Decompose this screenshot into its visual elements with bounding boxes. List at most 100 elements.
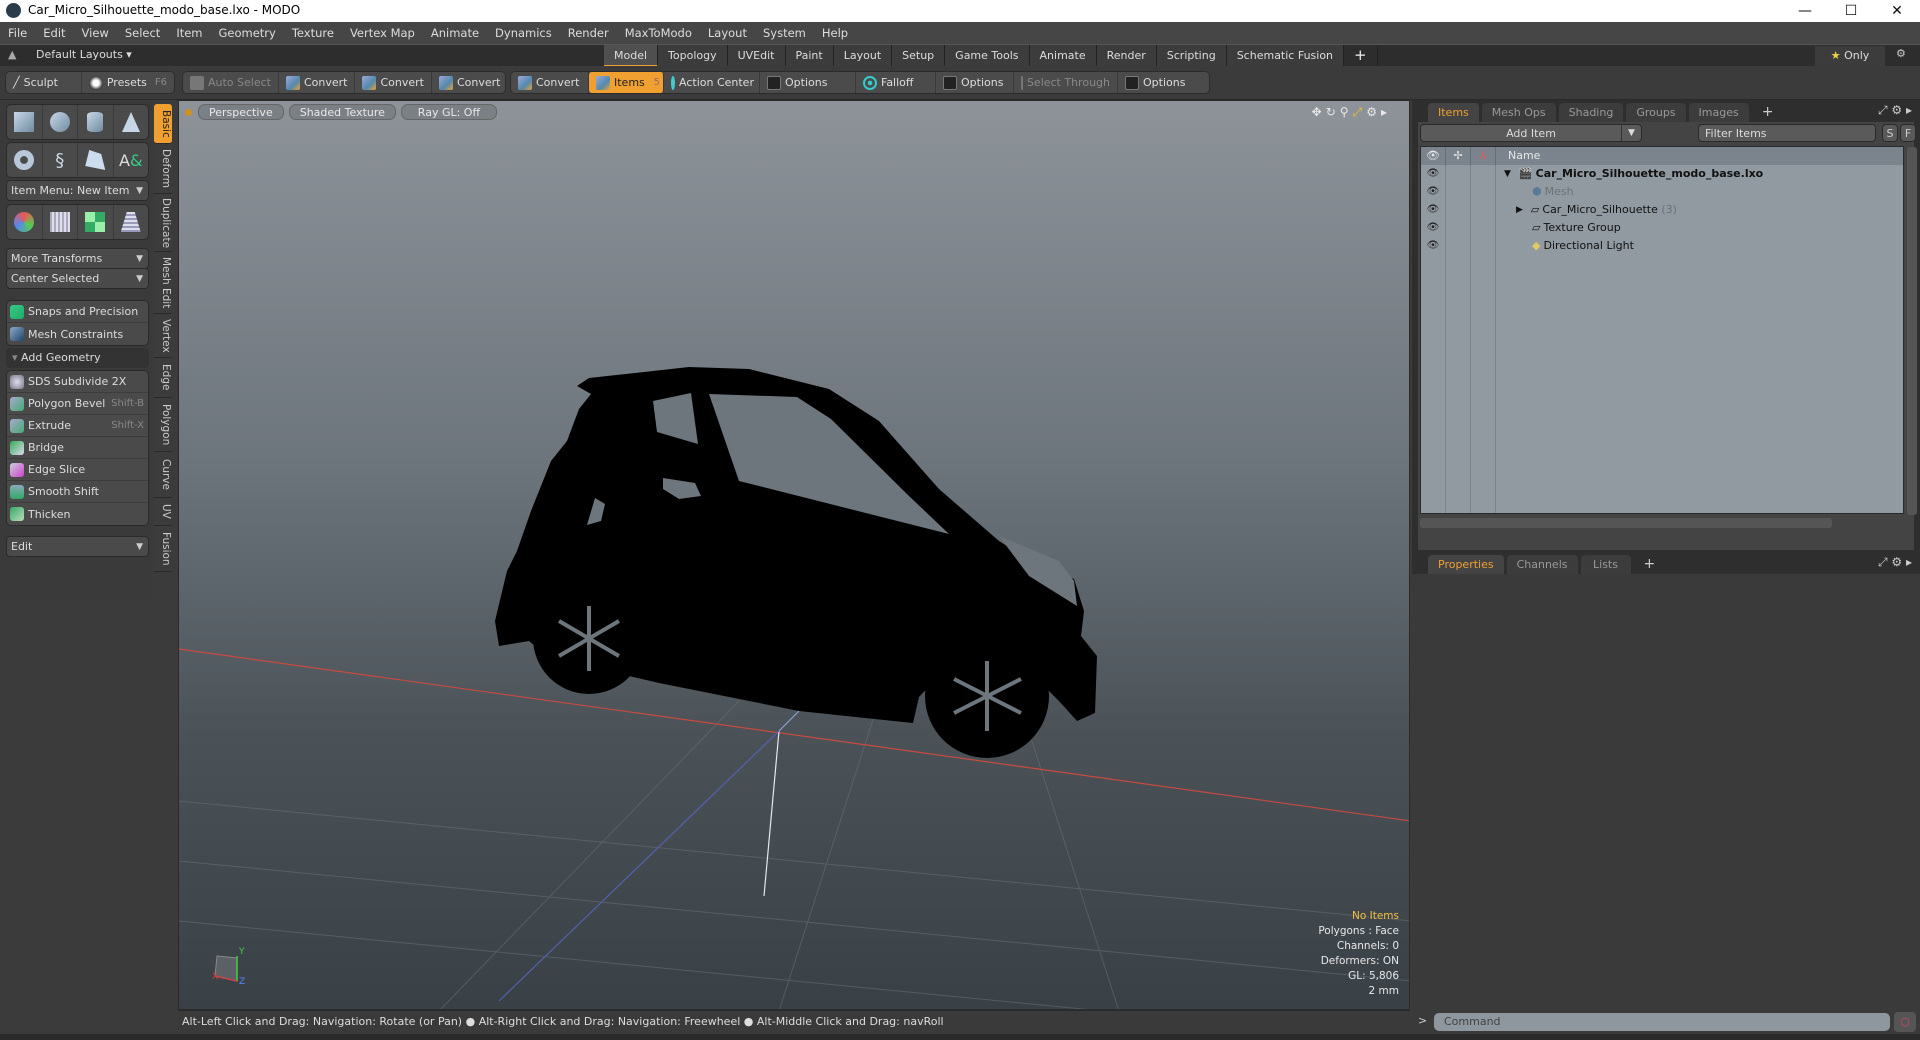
menu-edit[interactable]: Edit — [35, 22, 73, 44]
sculpt-button[interactable]: ╱ Sculpt — [6, 72, 82, 93]
render-column-icon[interactable]: ⅄ — [1471, 147, 1496, 165]
tab-items[interactable]: Items — [1428, 103, 1479, 122]
pan-icon[interactable]: ✥ — [1312, 105, 1326, 119]
filter-f-button[interactable]: F — [1900, 124, 1916, 142]
panel-gear-icon[interactable]: ⚙ — [1891, 555, 1902, 569]
eye-icon[interactable]: 👁 — [1421, 183, 1446, 201]
eye-icon[interactable]: 👁 — [1421, 219, 1446, 237]
convert-polygons-button[interactable]: Convert — [432, 72, 508, 93]
raygl-button[interactable]: Ray GL: Off — [400, 104, 497, 120]
falloff-options-button[interactable]: Options — [936, 72, 1014, 93]
3d-viewport[interactable]: Y Z X Perspective Shaded Texture Ray GL:… — [178, 100, 1410, 1010]
zoom-icon[interactable]: ⚲ — [1340, 105, 1353, 119]
maximize-button[interactable]: ☐ — [1828, 0, 1874, 22]
tab-animate[interactable]: Animate — [1029, 45, 1097, 67]
panel-menu-arrow-icon[interactable]: ▸ — [1906, 555, 1912, 569]
convert-items-button[interactable]: Convert — [511, 72, 589, 93]
menu-animate[interactable]: Animate — [423, 22, 487, 44]
tab-lists[interactable]: Lists — [1580, 555, 1631, 574]
cone-tool[interactable] — [114, 105, 149, 139]
vtab-fusion[interactable]: Fusion — [154, 526, 172, 572]
view-type-button[interactable]: Perspective — [198, 104, 284, 120]
action-center-options-button[interactable]: Options — [760, 72, 856, 93]
cylinder-tool[interactable] — [78, 105, 114, 139]
transform-tool[interactable] — [7, 205, 43, 239]
auto-select-button[interactable]: Auto Select — [183, 72, 279, 93]
tree-row-car-group[interactable]: 👁 ▶ ▱ Car_Micro_Silhouette (3) — [1421, 201, 1903, 219]
viewport-gear-icon[interactable]: ⚙ — [1366, 105, 1381, 119]
presets-button[interactable]: Presets F6 — [82, 72, 174, 93]
vtab-deform[interactable]: Deform — [154, 144, 172, 194]
tab-game-tools[interactable]: Game Tools — [945, 45, 1030, 67]
only-button[interactable]: ★ Only — [1815, 46, 1885, 66]
bridge-button[interactable]: Bridge — [7, 437, 148, 459]
viewport-menu-dot[interactable] — [185, 108, 192, 116]
vtab-vertex[interactable]: Vertex — [154, 314, 172, 358]
maximize-panel-icon[interactable]: ⤢ — [1878, 103, 1888, 117]
maximize-panel-icon[interactable]: ⤢ — [1878, 555, 1888, 569]
lattice-tool[interactable] — [43, 205, 78, 239]
more-transforms-dropdown[interactable]: More Transforms ▼ — [6, 248, 149, 269]
expand-arrow-icon[interactable]: ▶ — [1516, 201, 1523, 219]
menu-layout[interactable]: Layout — [700, 22, 755, 44]
action-center-button[interactable]: Action Center — [664, 72, 760, 93]
menu-file[interactable]: File — [0, 22, 35, 44]
vtab-polygon[interactable]: Polygon — [154, 398, 172, 452]
item-menu-dropdown[interactable]: Item Menu: New Item ▼ — [6, 180, 149, 201]
command-history-button[interactable]: ○ — [1894, 1012, 1916, 1032]
collapse-icon[interactable]: ▲ — [8, 48, 16, 61]
close-button[interactable]: ✕ — [1874, 0, 1920, 22]
spiral-tool[interactable]: § — [43, 143, 78, 177]
expand-arrow-icon[interactable]: ▼ — [1504, 165, 1511, 183]
tab-layout[interactable]: Layout — [833, 45, 893, 67]
tree-row-scene[interactable]: 👁 ▼ 🎬 Car_Micro_Silhouette_modo_base.lxo — [1421, 165, 1903, 183]
pen-tool[interactable] — [78, 143, 114, 177]
add-tab-button[interactable]: + — [1344, 45, 1378, 67]
horizontal-scrollbar[interactable] — [1420, 518, 1832, 528]
menu-render[interactable]: Render — [560, 22, 617, 44]
visibility-column-icon[interactable]: 👁 — [1421, 147, 1446, 165]
shading-mode-button[interactable]: Shaded Texture — [288, 104, 396, 120]
name-column-header[interactable]: Name — [1496, 147, 1540, 165]
tree-row-mesh[interactable]: 👁 ⬢ Mesh — [1421, 183, 1903, 201]
tab-model[interactable]: Model — [604, 45, 659, 67]
select-through-button[interactable]: Select Through — [1014, 72, 1118, 93]
menu-dynamics[interactable]: Dynamics — [487, 22, 560, 44]
eye-icon[interactable]: 👁 — [1421, 201, 1446, 219]
sds-subdivide-button[interactable]: SDS Subdivide 2X — [7, 371, 148, 393]
tab-properties[interactable]: Properties — [1428, 555, 1504, 574]
tab-render[interactable]: Render — [1096, 45, 1157, 67]
add-panel-tab-icon[interactable]: + — [1634, 555, 1666, 574]
mesh-constraints-button[interactable]: Mesh Constraints — [7, 323, 148, 345]
text-tool[interactable]: A& — [114, 143, 149, 177]
edit-dropdown[interactable]: Edit ▼ — [6, 536, 149, 557]
tab-schematic-fusion[interactable]: Schematic Fusion — [1226, 45, 1345, 67]
sphere-tool[interactable] — [43, 105, 78, 139]
thicken-button[interactable]: Thicken — [7, 503, 148, 525]
polygon-bevel-button[interactable]: Polygon Bevel Shift-B — [7, 393, 148, 415]
filter-items-input[interactable]: Filter Items — [1698, 124, 1876, 142]
command-input[interactable]: Command — [1434, 1013, 1890, 1031]
tab-setup[interactable]: Setup — [892, 45, 946, 67]
tab-channels[interactable]: Channels — [1506, 555, 1578, 574]
snaps-precision-button[interactable]: Snaps and Precision — [7, 301, 148, 323]
menu-help[interactable]: Help — [814, 22, 856, 44]
layouts-dropdown[interactable]: Default Layouts ▾ — [36, 48, 132, 61]
cube-tool[interactable] — [7, 105, 43, 139]
add-item-button[interactable]: Add Item ▼ — [1420, 124, 1642, 142]
extrude-button[interactable]: Extrude Shift-X — [7, 415, 148, 437]
menu-view[interactable]: View — [74, 22, 117, 44]
vtab-uv[interactable]: UV — [154, 498, 172, 526]
add-panel-tab-icon[interactable]: + — [1752, 103, 1784, 122]
tree-row-directional-light[interactable]: 👁 ◆ Directional Light — [1421, 237, 1903, 255]
panel-gear-icon[interactable]: ⚙ — [1891, 103, 1902, 117]
eye-icon[interactable]: 👁 — [1421, 237, 1446, 255]
items-mode-button[interactable]: Items 5 — [589, 72, 664, 93]
menu-maxtomodo[interactable]: MaxToModo — [617, 22, 700, 44]
edge-slice-button[interactable]: Edge Slice — [7, 459, 148, 481]
falloff-button[interactable]: Falloff — [856, 72, 936, 93]
center-selected-dropdown[interactable]: Center Selected ▼ — [6, 268, 149, 289]
tab-groups[interactable]: Groups — [1626, 103, 1686, 122]
menu-texture[interactable]: Texture — [284, 22, 342, 44]
smooth-shift-button[interactable]: Smooth Shift — [7, 481, 148, 503]
